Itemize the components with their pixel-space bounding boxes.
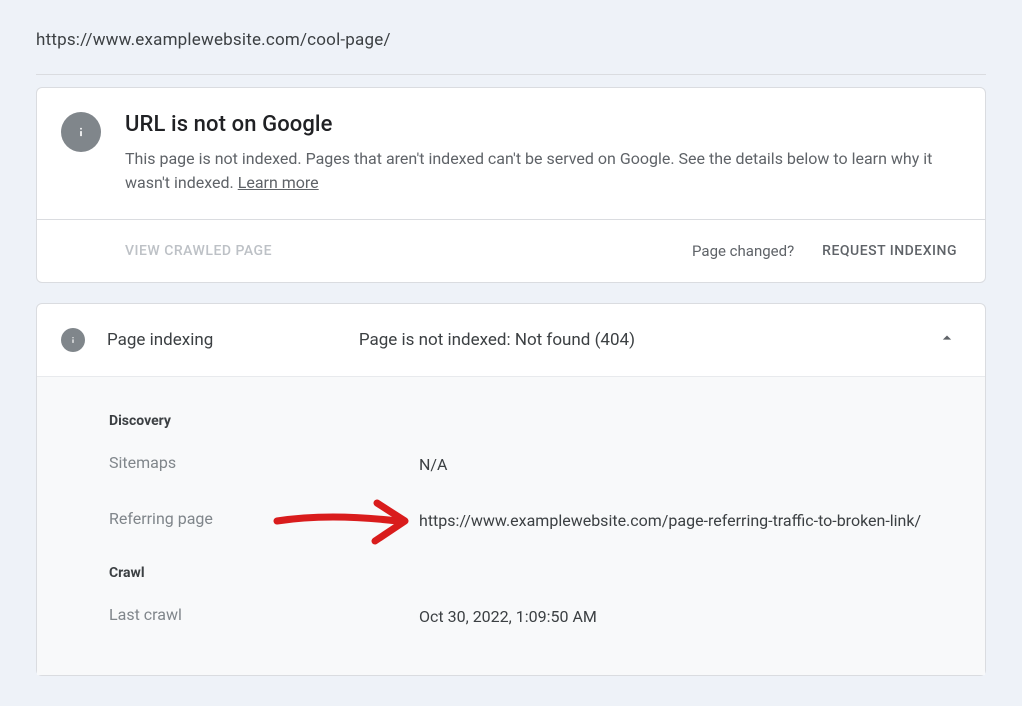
page-indexing-card: Page indexing Page is not indexed: Not f… <box>36 303 986 676</box>
divider <box>36 74 986 75</box>
crawl-heading: Crawl <box>37 559 985 599</box>
request-indexing-button[interactable]: REQUEST INDEXING <box>822 243 957 259</box>
chevron-up-icon[interactable] <box>937 328 957 352</box>
status-title: URL is not on Google <box>125 112 957 137</box>
page-indexing-header[interactable]: Page indexing Page is not indexed: Not f… <box>37 304 985 377</box>
last-crawl-value: Oct 30, 2022, 1:09:50 AM <box>419 605 637 629</box>
discovery-heading: Discovery <box>37 407 985 447</box>
sitemaps-value: N/A <box>419 453 487 477</box>
status-card: URL is not on Google This page is not in… <box>36 87 986 283</box>
last-crawl-label: Last crawl <box>109 605 419 629</box>
page-indexing-label: Page indexing <box>107 330 213 350</box>
view-crawled-page-button: VIEW CRAWLED PAGE <box>125 243 272 259</box>
status-description: This page is not indexed. Pages that are… <box>125 147 957 195</box>
info-icon <box>61 112 101 152</box>
page-changed-label: Page changed? <box>692 242 794 260</box>
inspected-url: https://www.examplewebsite.com/cool-page… <box>0 0 1022 74</box>
referring-page-label: Referring page <box>109 509 419 533</box>
sitemaps-label: Sitemaps <box>109 453 419 477</box>
page-indexing-status: Page is not indexed: Not found (404) <box>359 330 915 350</box>
info-icon <box>61 328 85 352</box>
learn-more-link[interactable]: Learn more <box>238 173 319 192</box>
referring-page-value: https://www.examplewebsite.com/page-refe… <box>419 509 985 533</box>
